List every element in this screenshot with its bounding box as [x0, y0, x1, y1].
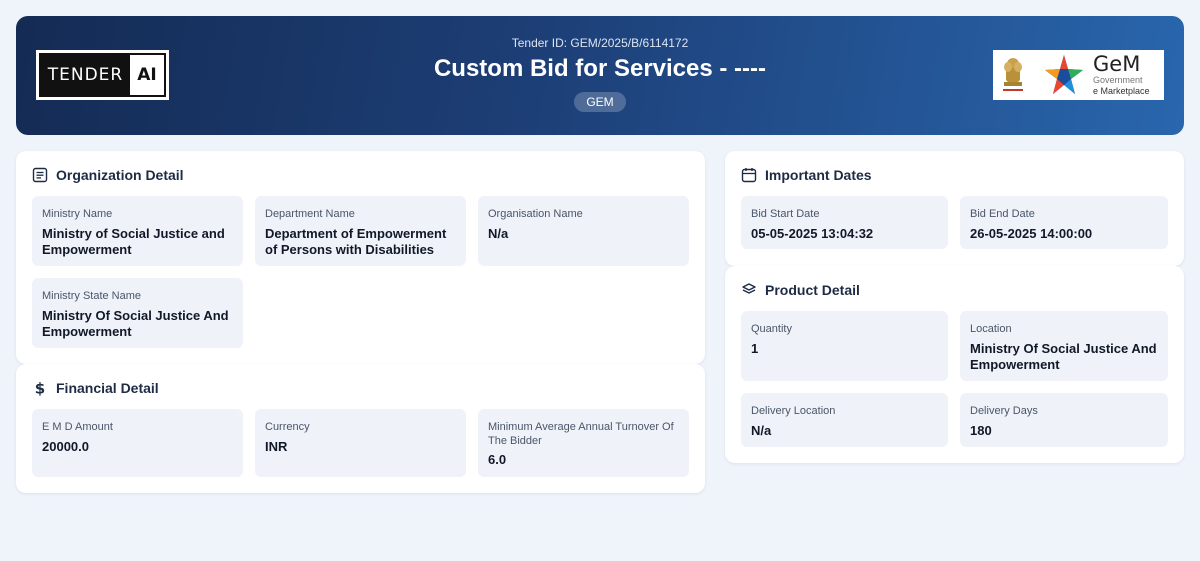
layers-icon	[741, 282, 757, 298]
organization-detail-title: Organization Detail	[56, 167, 184, 183]
document-list-icon	[32, 167, 48, 183]
emd-amount-field: E M D Amount 20000.0	[32, 409, 243, 477]
important-dates-title: Important Dates	[765, 167, 872, 183]
ministry-name-field: Ministry Name Ministry of Social Justice…	[32, 196, 243, 266]
bid-end-date-field: Bid End Date 26-05-2025 14:00:00	[960, 196, 1168, 249]
svg-text:$: $	[35, 380, 45, 396]
product-detail-title: Product Detail	[765, 282, 860, 298]
organisation-name-field: Organisation Name N/a	[478, 196, 689, 266]
gem-line1: Government	[1093, 75, 1143, 85]
min-turnover-field: Minimum Average Annual Turnover Of The B…	[478, 409, 689, 477]
location-field: Location Ministry Of Social Justice And …	[960, 311, 1168, 381]
tender-id: Tender ID: GEM/2025/B/6114172	[511, 36, 689, 50]
organization-detail-card: Organization Detail Ministry Name Minist…	[16, 151, 705, 364]
source-badge: GEM	[574, 92, 626, 112]
ministry-state-name-field: Ministry State Name Ministry Of Social J…	[32, 278, 243, 348]
delivery-days-field: Delivery Days 180	[960, 393, 1168, 447]
department-name-field: Department Name Department of Empowermen…	[255, 196, 466, 266]
delivery-location-field: Delivery Location N/a	[741, 393, 948, 447]
financial-detail-card: $ Financial Detail E M D Amount 20000.0 …	[16, 364, 705, 493]
national-emblem-icon	[1003, 58, 1023, 91]
dollar-icon: $	[32, 380, 48, 396]
product-detail-card: Product Detail Quantity 1 Location Minis…	[725, 266, 1184, 463]
quantity-field: Quantity 1	[741, 311, 948, 381]
bid-start-date-field: Bid Start Date 05-05-2025 13:04:32	[741, 196, 948, 249]
gem-brand: GeM	[1093, 52, 1141, 76]
calendar-icon	[741, 167, 757, 183]
gem-star-icon	[1045, 55, 1083, 94]
important-dates-card: Important Dates Bid Start Date 05-05-202…	[725, 151, 1184, 266]
financial-detail-title: Financial Detail	[56, 380, 159, 396]
gem-logo: GeM Government e Marketplace	[993, 50, 1164, 100]
tender-header: TENDER AI Tender ID: GEM/2025/B/6114172 …	[16, 16, 1184, 135]
currency-field: Currency INR	[255, 409, 466, 477]
gem-line2: e Marketplace	[1093, 86, 1150, 96]
